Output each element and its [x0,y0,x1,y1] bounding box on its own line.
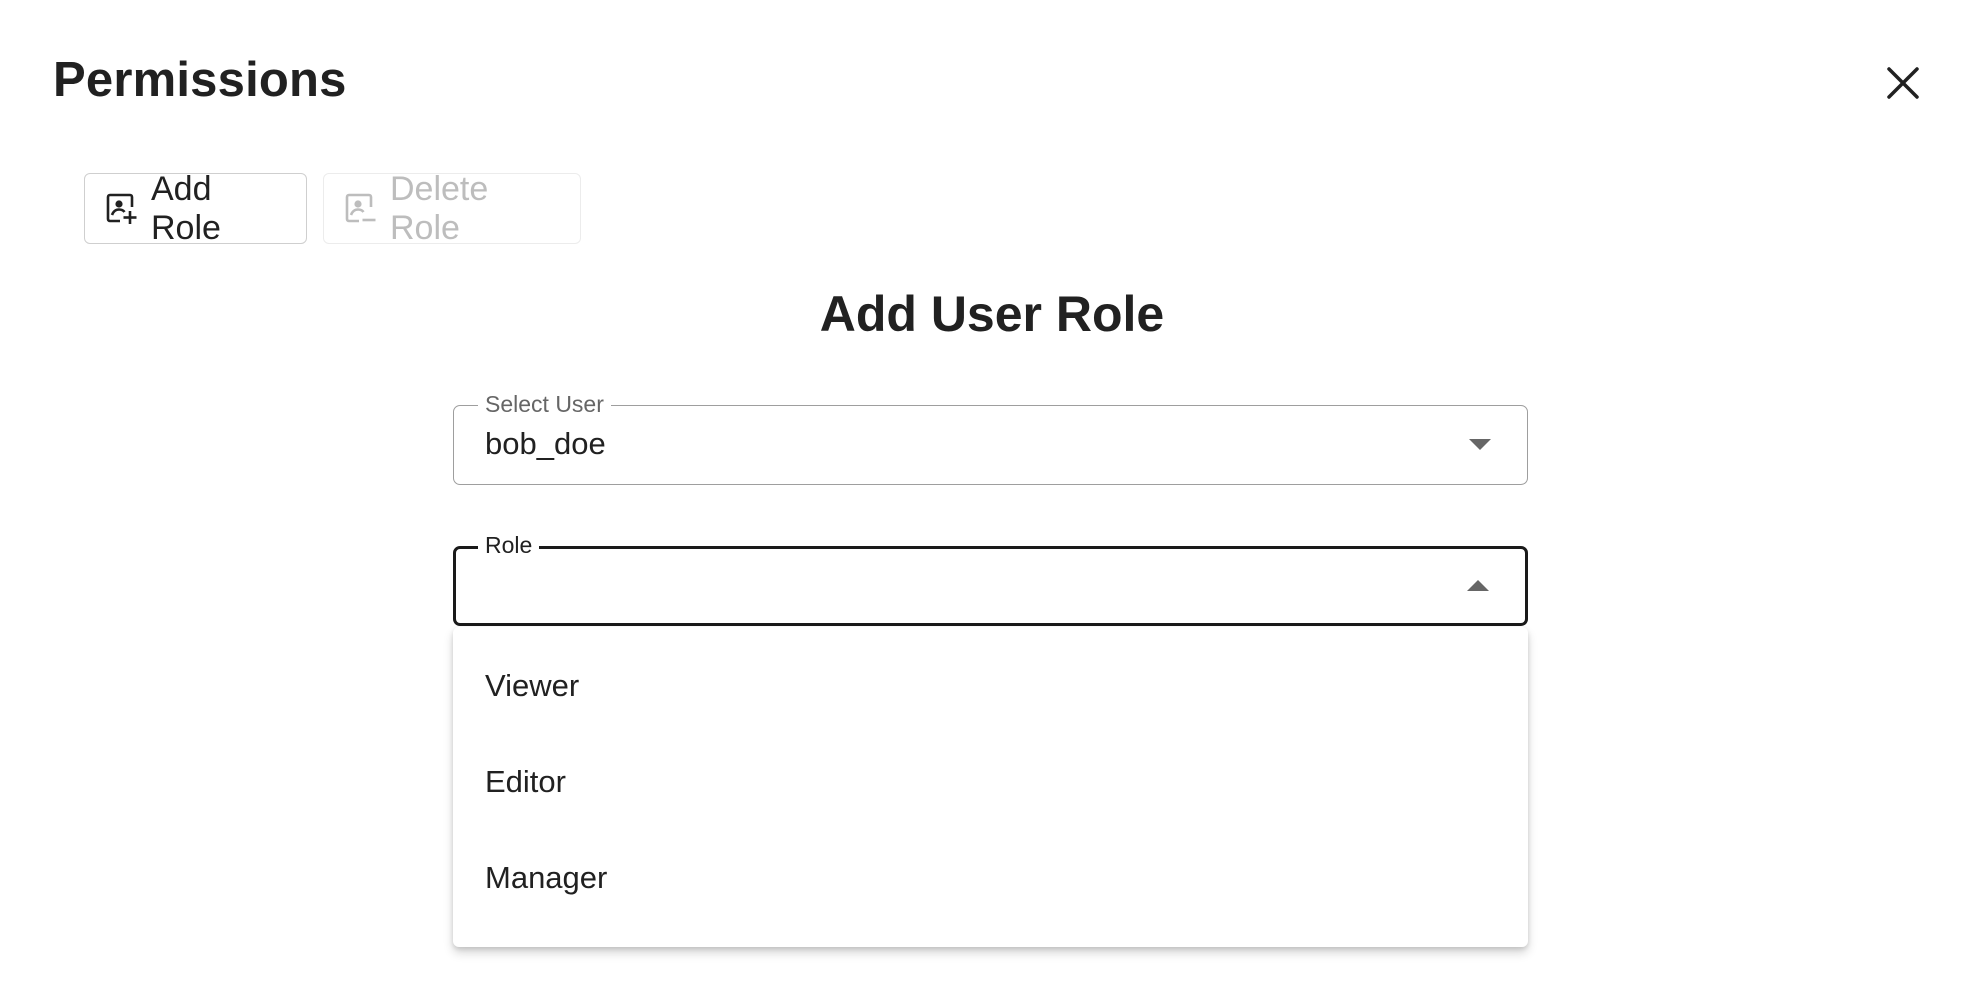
chevron-up-icon [1467,580,1489,591]
dialog-title: Permissions [53,53,347,107]
form-title: Add User Role [819,286,1165,342]
add-role-label: Add Role [151,169,221,247]
chevron-down-icon [1469,439,1491,450]
role-option-manager[interactable]: Manager [453,830,1528,926]
close-icon [1887,67,1919,99]
delete-role-label: Delete Role [390,169,489,247]
delete-role-button[interactable]: Delete Role [323,170,581,247]
role-toolbar: Add Role Delete Role [84,170,581,247]
close-button[interactable] [1876,56,1930,110]
role-option-editor[interactable]: Editor [453,734,1528,830]
select-user-dropdown[interactable]: Select User bob_doe [453,391,1528,485]
role-label: Role [478,532,540,558]
person-remove-icon [344,192,376,226]
select-user-label: Select User [478,391,611,417]
role-options-menu: Viewer Editor Manager [453,627,1528,947]
add-role-button[interactable]: Add Role [84,170,307,247]
select-user-value: bob_doe [485,426,606,461]
role-option-viewer[interactable]: Viewer [453,638,1528,734]
role-dropdown[interactable]: Role [453,532,1528,626]
permissions-dialog: Permissions Add Role Delete Role Add Use… [0,0,1970,1002]
person-add-icon [105,192,137,226]
